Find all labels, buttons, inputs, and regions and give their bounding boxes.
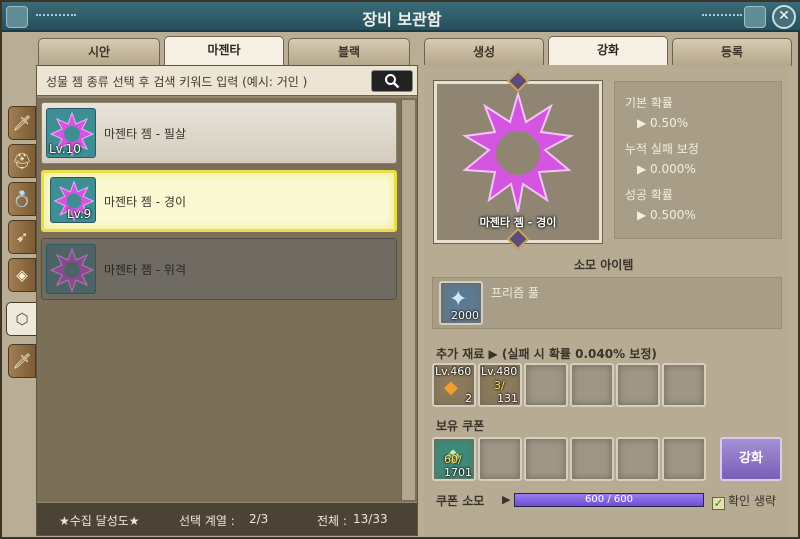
- side-tab-gem[interactable]: ◈: [8, 258, 36, 292]
- empty-slot[interactable]: [662, 363, 706, 407]
- ring-icon: 💍: [12, 190, 32, 208]
- collection-footer: ★수집 달성도★ 선택 계열 : 2/3 전체 : 13/33: [37, 503, 417, 535]
- title-bar[interactable]: 장비 보관함 ✕: [2, 2, 800, 32]
- coupon-heading: 보유 쿠폰: [436, 419, 485, 433]
- base-prob-value: ▶ 0.50%: [637, 116, 689, 130]
- consume-item-count: 2000: [451, 309, 479, 322]
- gem-list-item-selected[interactable]: Lv.9 마젠타 젬 - 경이: [41, 170, 397, 232]
- search-hint: 성물 젬 종류 선택 후 검색 키워드 입력 (예시: 거인 ): [46, 75, 308, 89]
- material-count: 131: [497, 392, 518, 405]
- collection-label: ★수집 달성도★: [59, 514, 140, 528]
- gem-name: 마젠타 젬 - 경이: [104, 195, 187, 209]
- d20-icon: ⬡: [15, 310, 29, 328]
- extra-material-slot[interactable]: Lv.460 ◆ 2: [432, 363, 476, 407]
- consume-item-box: ✦ 2000 프리즘 풀: [432, 277, 782, 329]
- empty-slot[interactable]: [478, 437, 522, 481]
- empty-slot[interactable]: [570, 437, 614, 481]
- total-value: 13/33: [353, 512, 388, 526]
- search-icon: [385, 74, 400, 89]
- extra-material-heading: 추가 재료 ▶ (실패 시 확률 0.040% 보정): [436, 347, 657, 361]
- checkbox[interactable]: ✓: [712, 497, 725, 510]
- gem-level: Lv.10: [49, 142, 81, 156]
- gem-list: Lv.10 마젠타 젬 - 필살 Lv.9 마젠타 젬 - 경이 마젠타 젬 -…: [37, 98, 417, 502]
- gem-name: 마젠타 젬 - 위격: [104, 263, 187, 277]
- wing-icon: ➶: [15, 228, 29, 246]
- side-tab-weapon[interactable]: 🗡: [8, 106, 36, 140]
- tab-register[interactable]: 등록: [672, 38, 792, 66]
- scrollbar[interactable]: [401, 100, 415, 500]
- fail-bonus-label: 누적 실패 보정: [625, 142, 699, 156]
- coupon-ratio: 60/: [444, 453, 462, 466]
- tab-create[interactable]: 생성: [424, 38, 544, 66]
- diamond-icon: ◈: [16, 266, 28, 284]
- gem-list-item[interactable]: Lv.10 마젠타 젬 - 필살: [41, 102, 397, 164]
- tab-magenta[interactable]: 마젠타: [164, 36, 284, 66]
- empty-slot[interactable]: [524, 363, 568, 407]
- selected-series-value: 2/3: [249, 512, 269, 526]
- empty-slot[interactable]: [616, 363, 660, 407]
- side-tab-helmet[interactable]: ⛑: [8, 144, 36, 178]
- side-tab-holy-gem[interactable]: ⬡: [6, 302, 38, 336]
- gem-list-panel: 성물 젬 종류 선택 후 검색 키워드 입력 (예시: 거인 ) Lv.10 마…: [36, 65, 418, 536]
- side-tab-ring[interactable]: 💍: [8, 182, 36, 216]
- empty-slot[interactable]: [616, 437, 660, 481]
- gem-thumbnail: [46, 244, 96, 294]
- magenta-gem-icon: [49, 247, 95, 293]
- selected-series-label: 선택 계열 :: [179, 514, 235, 528]
- coupon-slot[interactable]: ❖ 60/ 1701: [432, 437, 476, 481]
- probability-box: 기본 확률 ▶ 0.50% 누적 실패 보정 ▶ 0.000% 성공 확률 ▶ …: [614, 81, 782, 239]
- gem-preview: 마젠타 젬 - 경이: [434, 81, 602, 243]
- helmet-icon: ⛑: [12, 152, 32, 170]
- search-button[interactable]: [371, 70, 413, 92]
- empty-slot[interactable]: [524, 437, 568, 481]
- close-icon: ✕: [778, 8, 790, 24]
- coupon-consume-label: 쿠폰 소모: [436, 494, 485, 508]
- material-ratio: 3/: [494, 379, 505, 392]
- corner-ornament: [744, 6, 766, 28]
- gem-level: Lv.9: [67, 207, 92, 221]
- extra-material-slot[interactable]: Lv.480 3/ 131: [478, 363, 522, 407]
- gem-name: 마젠타 젬 - 필살: [104, 127, 187, 141]
- consume-item-slot[interactable]: ✦ 2000: [439, 281, 483, 325]
- success-prob-label: 성공 확률: [625, 188, 673, 202]
- search-bar[interactable]: 성물 젬 종류 선택 후 검색 키워드 입력 (예시: 거인 ): [37, 66, 417, 96]
- side-tab-misc[interactable]: 🗡: [8, 344, 36, 378]
- side-tab-wing[interactable]: ➶: [8, 220, 36, 254]
- tab-cyan[interactable]: 시안: [38, 38, 160, 66]
- close-button[interactable]: ✕: [772, 5, 796, 29]
- empty-slot[interactable]: [662, 437, 706, 481]
- coupon-consume-bar[interactable]: 600 / 600: [514, 493, 704, 507]
- empty-slot[interactable]: [570, 363, 614, 407]
- gem-thumbnail: Lv.9: [50, 177, 96, 223]
- total-label: 전체 :: [317, 514, 347, 528]
- skip-confirm-checkbox[interactable]: ✓ 확인 생략: [712, 492, 776, 510]
- fail-bonus-value: ▶ 0.000%: [637, 162, 696, 176]
- consume-item-name: 프리즘 풀: [491, 286, 539, 300]
- base-prob-label: 기본 확률: [625, 96, 673, 110]
- material-count: 2: [465, 392, 472, 405]
- material-level: Lv.480: [481, 365, 518, 378]
- material-icon: ◆: [444, 377, 458, 398]
- enhance-panel: 마젠타 젬 - 경이 기본 확률 ▶ 0.50% 누적 실패 보정 ▶ 0.00…: [424, 65, 790, 536]
- sword-icon: 🗡: [12, 352, 32, 370]
- success-prob-value: ▶ 0.500%: [637, 208, 696, 222]
- gem-thumbnail: Lv.10: [46, 108, 96, 158]
- tab-black[interactable]: 블랙: [288, 38, 410, 66]
- consume-heading: 소모 아이템: [574, 258, 634, 272]
- enhance-button[interactable]: 강화: [720, 437, 782, 481]
- coupon-count: 1701: [444, 466, 472, 479]
- tab-enhance[interactable]: 강화: [548, 36, 668, 66]
- play-icon: ▶: [502, 493, 511, 506]
- coupon-bar-text: 600 / 600: [585, 494, 633, 505]
- gem-list-item[interactable]: 마젠타 젬 - 위격: [41, 238, 397, 300]
- equipment-storage-window: 장비 보관함 ✕ 시안 마젠타 블랙 생성 강화 등록 🗡 ⛑ 💍 ➶ ◈ ⬡ …: [0, 0, 800, 539]
- window-title: 장비 보관함: [362, 10, 442, 29]
- sword-icon: 🗡: [12, 114, 32, 132]
- skip-confirm-label: 확인 생략: [728, 494, 776, 508]
